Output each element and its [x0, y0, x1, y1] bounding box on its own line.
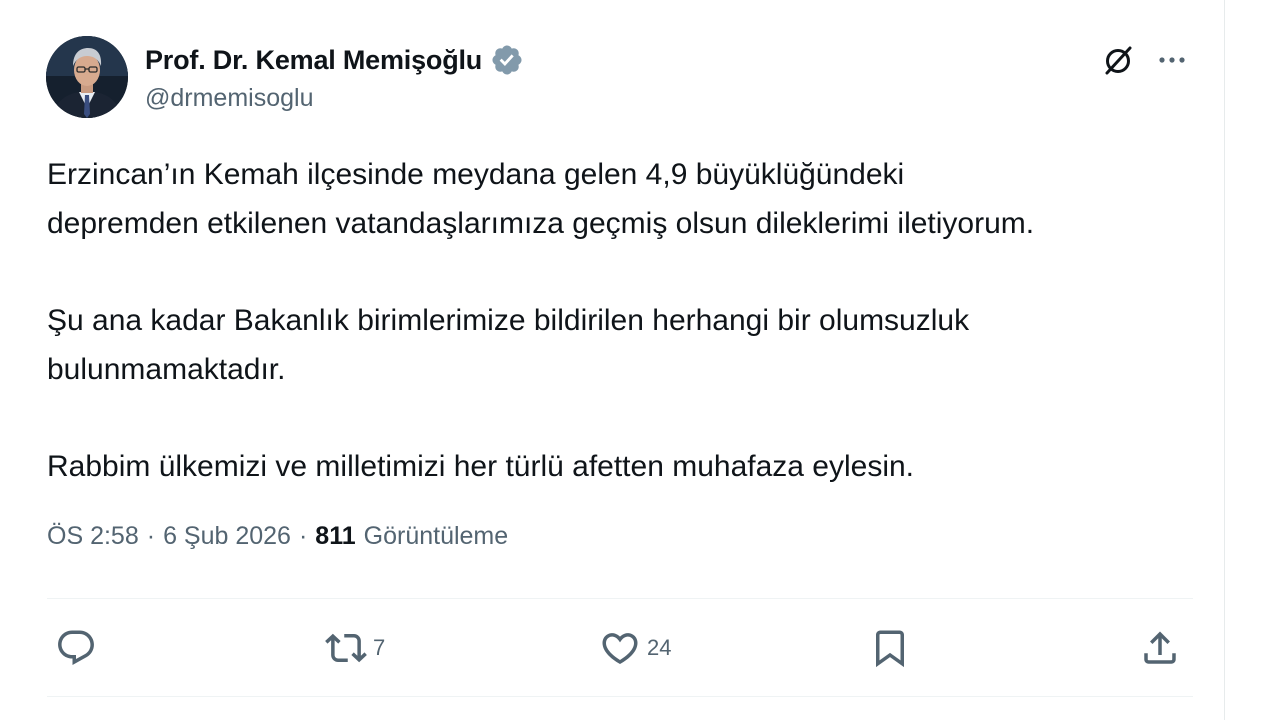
share-icon [1144, 631, 1176, 664]
verified-badge-icon [490, 43, 524, 77]
meta-separator: · [298, 522, 308, 550]
like-button[interactable]: 24 [599, 620, 671, 676]
heart-icon [602, 633, 638, 665]
views-count: 811 [315, 522, 356, 550]
tweet-paragraph: Erzincan’ın Kemah ilçesinde meydana gele… [47, 158, 1035, 240]
reply-button[interactable] [55, 620, 97, 676]
bookmark-button[interactable] [869, 620, 911, 676]
tweet-text: Erzincan’ın Kemah ilçesinde meydana gele… [47, 150, 1207, 539]
share-button[interactable] [1139, 620, 1181, 676]
grok-button[interactable] [1098, 40, 1138, 80]
divider [47, 696, 1193, 697]
column-border [1224, 0, 1225, 720]
repost-icon [325, 633, 367, 663]
avatar[interactable] [46, 36, 128, 118]
more-options-button[interactable] [1152, 40, 1192, 80]
like-count: 24 [647, 635, 672, 660]
divider [47, 598, 1193, 599]
action-bar: 7 24 [47, 620, 1193, 676]
author-name-row: Prof. Dr. Kemal Memişoğlu [145, 40, 524, 80]
bookmark-icon [876, 630, 904, 668]
tweet-time[interactable]: ÖS 2:58 [47, 522, 139, 551]
author-name[interactable]: Prof. Dr. Kemal Memişoğlu [145, 45, 482, 76]
repost-count: 7 [373, 635, 386, 660]
tweet-paragraph: Rabbim ülkemizi ve milletimizi her türlü… [47, 450, 915, 483]
repost-button[interactable]: 7 [325, 620, 385, 676]
tweet-meta: ÖS 2:58 · 6 Şub 2026 · 811 Görüntüleme [47, 522, 508, 551]
views-label: Görüntüleme [363, 522, 509, 550]
more-dots-icon [1159, 57, 1185, 63]
author-handle[interactable]: @drmemisoglu [145, 84, 313, 113]
avatar-image [46, 36, 128, 118]
meta-separator: · [146, 522, 156, 550]
tweet-date[interactable]: 6 Şub 2026 [163, 522, 291, 551]
grok-icon [1105, 46, 1132, 75]
reply-icon [58, 630, 94, 665]
tweet-paragraph: Şu ana kadar Bakanlık birimlerimize bild… [47, 304, 970, 386]
